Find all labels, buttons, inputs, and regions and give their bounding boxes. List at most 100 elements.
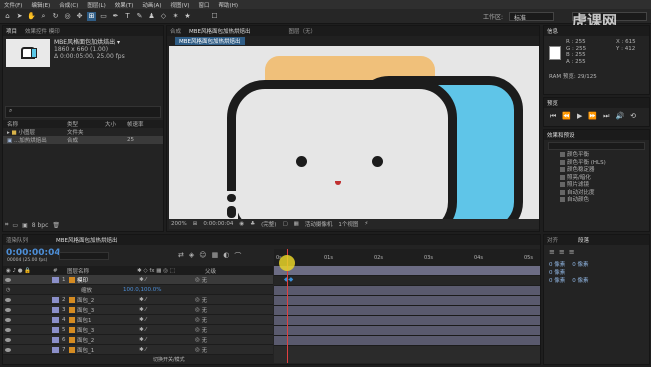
stamp-tool-icon[interactable]: ♟ — [147, 12, 156, 21]
first-frame-icon[interactable]: ⏮ — [550, 112, 556, 121]
menu-help[interactable]: 帮助(H) — [219, 1, 238, 9]
menu-window[interactable]: 窗口 — [199, 1, 210, 9]
align-left-icon[interactable]: ≡ — [549, 248, 555, 256]
pen-tool-icon[interactable]: ✒ — [111, 12, 120, 21]
motion-blur-icon[interactable]: ◐ — [223, 251, 229, 261]
list-item[interactable]: 颜色稳定器 — [560, 167, 649, 175]
puppet-tool-icon[interactable]: ★ — [183, 12, 192, 21]
align-right-icon[interactable]: ≡ — [569, 248, 575, 256]
visibility-icon[interactable] — [5, 317, 11, 322]
time-ruler[interactable]: 0s 01s 02s 03s 04s 05s — [274, 249, 540, 266]
visibility-icon[interactable] — [5, 297, 11, 302]
trash-icon[interactable]: 🗑 — [52, 222, 60, 229]
scale-value[interactable]: 100.0,100.0% — [123, 287, 161, 293]
eraser-tool-icon[interactable]: ◇ — [159, 12, 168, 21]
align-toggle-icon[interactable]: ☐ — [210, 12, 219, 21]
tab-composition[interactable]: MBE风格面包加热烘焙出 — [189, 27, 251, 35]
comp-mini-flowchart-icon[interactable]: ⇄ — [178, 251, 184, 261]
grid-icon[interactable]: ⊞ — [193, 221, 198, 227]
snapshot-icon[interactable]: ◉ — [239, 221, 244, 227]
indent-left[interactable]: 0 像素 — [549, 262, 565, 268]
list-item[interactable]: ▣ ...加热烘焙出 合成 25 — [3, 136, 163, 144]
fast-preview-icon[interactable]: ⚡ — [364, 221, 368, 227]
camera-tool-icon[interactable]: ◎ — [63, 12, 72, 21]
visibility-icon[interactable] — [5, 337, 11, 342]
magnification-select[interactable]: 200% — [171, 221, 187, 227]
tab-info[interactable]: 信息 — [547, 27, 558, 35]
indent-right[interactable]: 0 像素 — [572, 262, 588, 268]
project-search-input[interactable]: ⌕ — [5, 106, 161, 118]
list-item[interactable]: 颜色平衡 (HLS) — [560, 159, 649, 168]
list-item[interactable]: ▸ ■ 小图层 文件夹 — [3, 128, 163, 136]
home-icon[interactable]: ⌂ — [3, 12, 12, 21]
hand-tool-icon[interactable]: ✋ — [27, 12, 36, 21]
space-after[interactable]: 0 像素 — [572, 278, 588, 284]
tab-effects[interactable]: 效果和预设 — [547, 131, 575, 139]
play-icon[interactable]: ▶ — [577, 112, 582, 121]
col-layer-name[interactable]: 图层名称 — [67, 267, 137, 275]
tab-layer[interactable]: 图层（无） — [289, 27, 317, 35]
roi-icon[interactable]: ▢ — [282, 221, 287, 227]
rectangle-tool-icon[interactable]: ▭ — [99, 12, 108, 21]
list-item[interactable]: 自动颜色 — [560, 197, 649, 205]
menu-effect[interactable]: 效果(T) — [115, 1, 134, 9]
timeline-tracks[interactable]: 0s 01s 02s 03s 04s 05s ◆◆ — [274, 249, 540, 363]
frame-blend-icon[interactable]: ▦ — [212, 251, 219, 261]
indent-first[interactable]: 0 像素 — [549, 270, 565, 276]
color-channel-icon[interactable]: ♣ — [250, 221, 255, 227]
col-fps[interactable]: 帧速率 — [127, 120, 144, 128]
table-row[interactable]: 4 面包1 ✱ ⁄ ◎ 无 — [3, 315, 273, 325]
roto-tool-icon[interactable]: ✶ — [171, 12, 180, 21]
timeline-search-input[interactable] — [59, 252, 109, 260]
tab-preview[interactable]: 预览 — [547, 99, 558, 107]
col-size[interactable]: 大小 — [105, 120, 127, 128]
selection-tool-icon[interactable]: ➤ — [15, 12, 24, 21]
col-type[interactable]: 类型 — [67, 120, 105, 128]
tab-timeline[interactable]: MBE风格面包加热烘焙出 — [56, 236, 118, 244]
pan-behind-tool-icon[interactable]: ✥ — [75, 12, 84, 21]
list-item[interactable]: 照亮/暗化 — [560, 174, 649, 183]
tab-project[interactable]: 项目 — [6, 27, 17, 35]
tab-paragraph[interactable]: 段落 — [578, 236, 589, 244]
next-frame-icon[interactable]: ⏩ — [588, 112, 597, 121]
breadcrumb[interactable]: MBE风格面包加热烘焙出 — [175, 36, 245, 45]
menu-view[interactable]: 视图(V) — [170, 1, 189, 9]
tab-align[interactable]: 对齐 — [547, 236, 558, 244]
keyframe-icon[interactable]: ◆◆ — [284, 276, 293, 283]
transparency-grid-icon[interactable]: ▦ — [294, 221, 299, 227]
toggle-switches-modes[interactable]: 切换开关/模式 — [153, 356, 185, 363]
label-color[interactable] — [52, 276, 59, 283]
visibility-icon[interactable] — [5, 277, 11, 282]
shy-icon[interactable]: ☺ — [199, 251, 206, 261]
menu-edit[interactable]: 编辑(E) — [31, 1, 50, 9]
table-row[interactable]: ◷ 缩放 100.0,100.0% — [3, 285, 273, 295]
anchor-tool-icon[interactable]: ⊞ — [87, 11, 96, 21]
col-name[interactable]: 名称 — [7, 120, 67, 128]
menu-file[interactable]: 文件(F) — [4, 1, 22, 9]
resolution-select[interactable]: (完整) — [261, 220, 276, 228]
zoom-tool-icon[interactable]: ⌕ — [39, 12, 48, 21]
eye-icon[interactable]: ◉ ♪ ● 🔒 — [3, 268, 53, 274]
brush-tool-icon[interactable]: ✎ — [135, 12, 144, 21]
table-row[interactable]: 2 面包_2 ✱ ⁄ ◎ 无 — [3, 295, 273, 305]
last-frame-icon[interactable]: ⏭ — [603, 112, 609, 121]
draft-3d-icon[interactable]: ◈ — [189, 251, 194, 261]
workspace-select[interactable]: 标准 — [509, 11, 554, 22]
visibility-icon[interactable] — [5, 307, 11, 312]
tab-composition-label[interactable]: 合成 — [170, 27, 181, 35]
space-before[interactable]: 0 像素 — [549, 278, 565, 284]
new-comp-icon[interactable]: ▣ — [22, 222, 28, 229]
table-row[interactable]: 3 面包_3 ✱ ⁄ ◎ 无 — [3, 305, 273, 315]
current-time[interactable]: 0:00:00:04 — [203, 221, 233, 227]
table-row[interactable]: 5 面包_3 ✱ ⁄ ◎ 无 — [3, 325, 273, 335]
graph-editor-icon[interactable]: ⌒ — [234, 251, 241, 261]
timeline-timecode[interactable]: 0:00:00:04 — [6, 248, 61, 258]
visibility-icon[interactable] — [5, 347, 11, 352]
list-item[interactable]: 自动对比度 — [560, 189, 649, 198]
parent-spiral-icon[interactable]: ◎ — [195, 277, 200, 283]
bpc-label[interactable]: 8 bpc — [32, 222, 49, 229]
table-row[interactable]: 7 面包_1 ✱ ⁄ ◎ 无 — [3, 345, 273, 355]
table-row[interactable]: 6 面包_2 ✱ ⁄ ◎ 无 — [3, 335, 273, 345]
table-row[interactable]: 1 模印 ✱ ⁄ ◎ 无 — [3, 275, 273, 285]
menu-animation[interactable]: 动画(A) — [142, 1, 161, 9]
